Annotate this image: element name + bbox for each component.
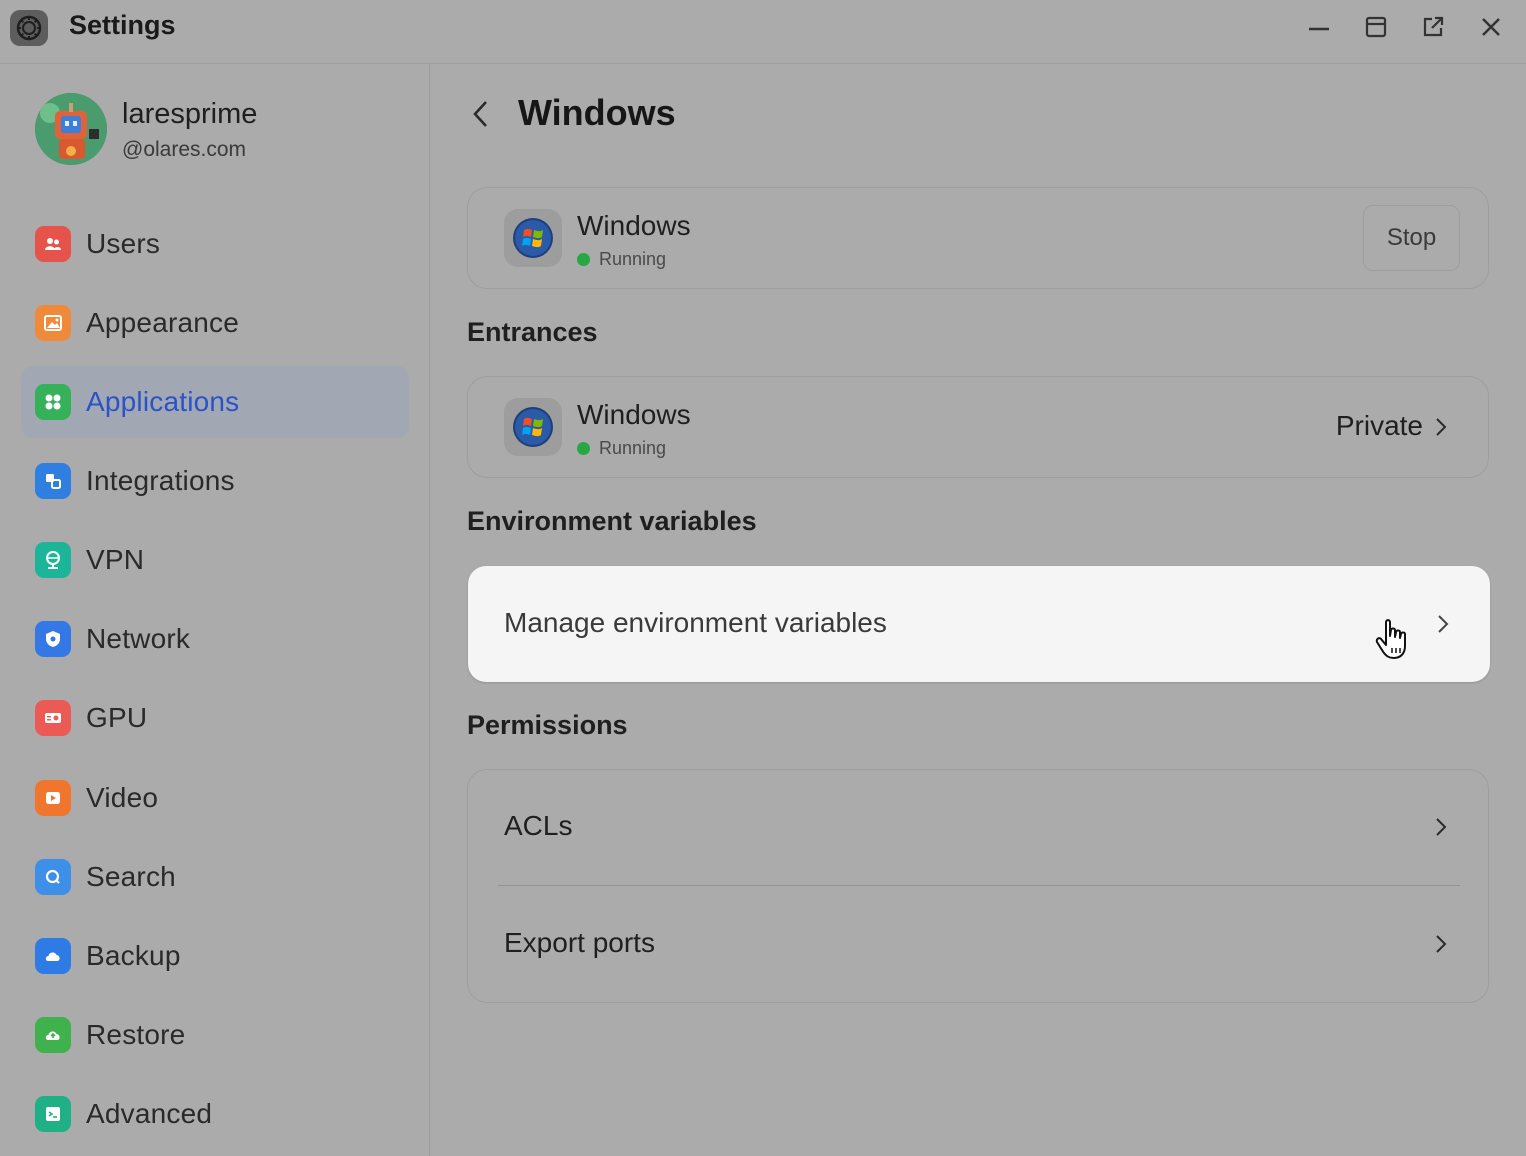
export-ports-row[interactable]: Export ports: [468, 886, 1488, 1002]
minimize-button[interactable]: [1304, 12, 1334, 42]
sidebar-item-label: Applications: [86, 386, 240, 417]
back-button[interactable]: [467, 96, 495, 132]
terminal-icon: [35, 1096, 71, 1132]
integrations-icon: [35, 463, 71, 499]
hand-cursor-icon: [1375, 619, 1406, 659]
title-bar: Settings: [0, 0, 1526, 64]
entrance-status: Running: [577, 438, 666, 459]
apps-icon: [35, 384, 71, 420]
video-icon: [35, 780, 71, 816]
sidebar-item-restore[interactable]: Restore: [21, 999, 409, 1071]
app-card: Windows Running Stop: [467, 187, 1489, 289]
vpn-icon: [35, 542, 71, 578]
sidebar-item-gpu[interactable]: GPU: [21, 682, 409, 754]
sidebar-item-network[interactable]: Network: [21, 603, 409, 675]
status-dot-icon: [577, 253, 590, 266]
sidebar-item-backup[interactable]: Backup: [21, 920, 409, 992]
app-name: Windows: [577, 210, 691, 241]
sidebar-item-advanced[interactable]: Advanced: [21, 1078, 409, 1150]
chevron-right-icon: [1432, 932, 1450, 956]
sidebar-item-search[interactable]: Search: [21, 841, 409, 913]
avatar[interactable]: [35, 93, 107, 165]
close-button[interactable]: [1476, 12, 1506, 42]
windows-logo-icon: [504, 398, 562, 456]
users-icon: [35, 226, 71, 262]
sidebar-item-applications[interactable]: Applications: [21, 366, 409, 438]
sidebar-item-integrations[interactable]: Integrations: [21, 445, 409, 517]
permissions-title: Permissions: [467, 710, 628, 740]
sidebar-item-label: GPU: [86, 702, 148, 733]
sidebar-item-label: Advanced: [86, 1098, 213, 1129]
main-panel: Windows Windows Running Stop Entrances W…: [431, 64, 1526, 1156]
sidebar-item-label: Search: [86, 861, 176, 892]
entrance-row[interactable]: Windows Running Private: [467, 376, 1489, 478]
maximize-button[interactable]: [1361, 12, 1391, 42]
permissions-card: ACLs Export ports: [467, 769, 1489, 1003]
manage-env-row[interactable]: Manage environment variables: [468, 566, 1490, 682]
sidebar-item-vpn[interactable]: VPN: [21, 524, 409, 596]
chevron-right-icon: [1432, 815, 1450, 839]
sidebar-item-label: Users: [86, 228, 161, 259]
sidebar: laresprime @olares.com Users Appearance …: [0, 64, 430, 1156]
sidebar-item-label: Backup: [86, 940, 181, 971]
close-icon: [1482, 18, 1500, 36]
export-ports-label: Export ports: [504, 927, 655, 958]
entrance-name: Windows: [577, 399, 691, 430]
sidebar-item-appearance[interactable]: Appearance: [21, 287, 409, 359]
window-title: Settings: [69, 10, 176, 40]
entrance-access: Private: [1335, 410, 1423, 441]
sidebar-item-users[interactable]: Users: [21, 208, 409, 280]
network-icon: [35, 621, 71, 657]
app-status-text: Running: [599, 249, 667, 269]
windows-logo-icon: [504, 209, 562, 267]
minimize-icon: [1309, 27, 1329, 31]
acls-label: ACLs: [504, 810, 573, 841]
sidebar-item-label: Network: [86, 623, 191, 654]
manage-env-label: Manage environment variables: [504, 607, 887, 638]
chevron-right-icon: [1432, 415, 1450, 439]
maximize-icon: [1365, 16, 1387, 38]
page-title: Windows: [518, 92, 676, 133]
sidebar-item-label: Video: [86, 782, 159, 813]
search-icon: [35, 859, 71, 895]
stop-button[interactable]: Stop: [1363, 205, 1460, 271]
acls-row[interactable]: ACLs: [468, 770, 1488, 886]
cloud-icon: [35, 938, 71, 974]
entrance-status-text: Running: [599, 438, 667, 458]
open-external-icon: [1423, 16, 1444, 37]
open-external-button[interactable]: [1418, 12, 1448, 42]
sidebar-item-video[interactable]: Video: [21, 762, 409, 834]
sidebar-item-label: VPN: [86, 544, 145, 575]
image-icon: [35, 305, 71, 341]
chevron-right-icon: [1434, 612, 1452, 636]
app-status: Running: [577, 249, 666, 270]
restore-icon: [35, 1017, 71, 1053]
sidebar-item-label: Restore: [86, 1019, 186, 1050]
entrances-title: Entrances: [467, 317, 598, 347]
status-dot-icon: [577, 442, 590, 455]
gpu-icon: [35, 700, 71, 736]
sidebar-item-label: Integrations: [86, 465, 235, 496]
settings-app-icon: [10, 10, 48, 46]
user-domain: @olares.com: [122, 138, 247, 161]
chevron-left-icon: [473, 101, 487, 127]
user-name: laresprime: [122, 98, 258, 130]
env-title: Environment variables: [467, 506, 757, 536]
sidebar-item-label: Appearance: [86, 307, 240, 338]
